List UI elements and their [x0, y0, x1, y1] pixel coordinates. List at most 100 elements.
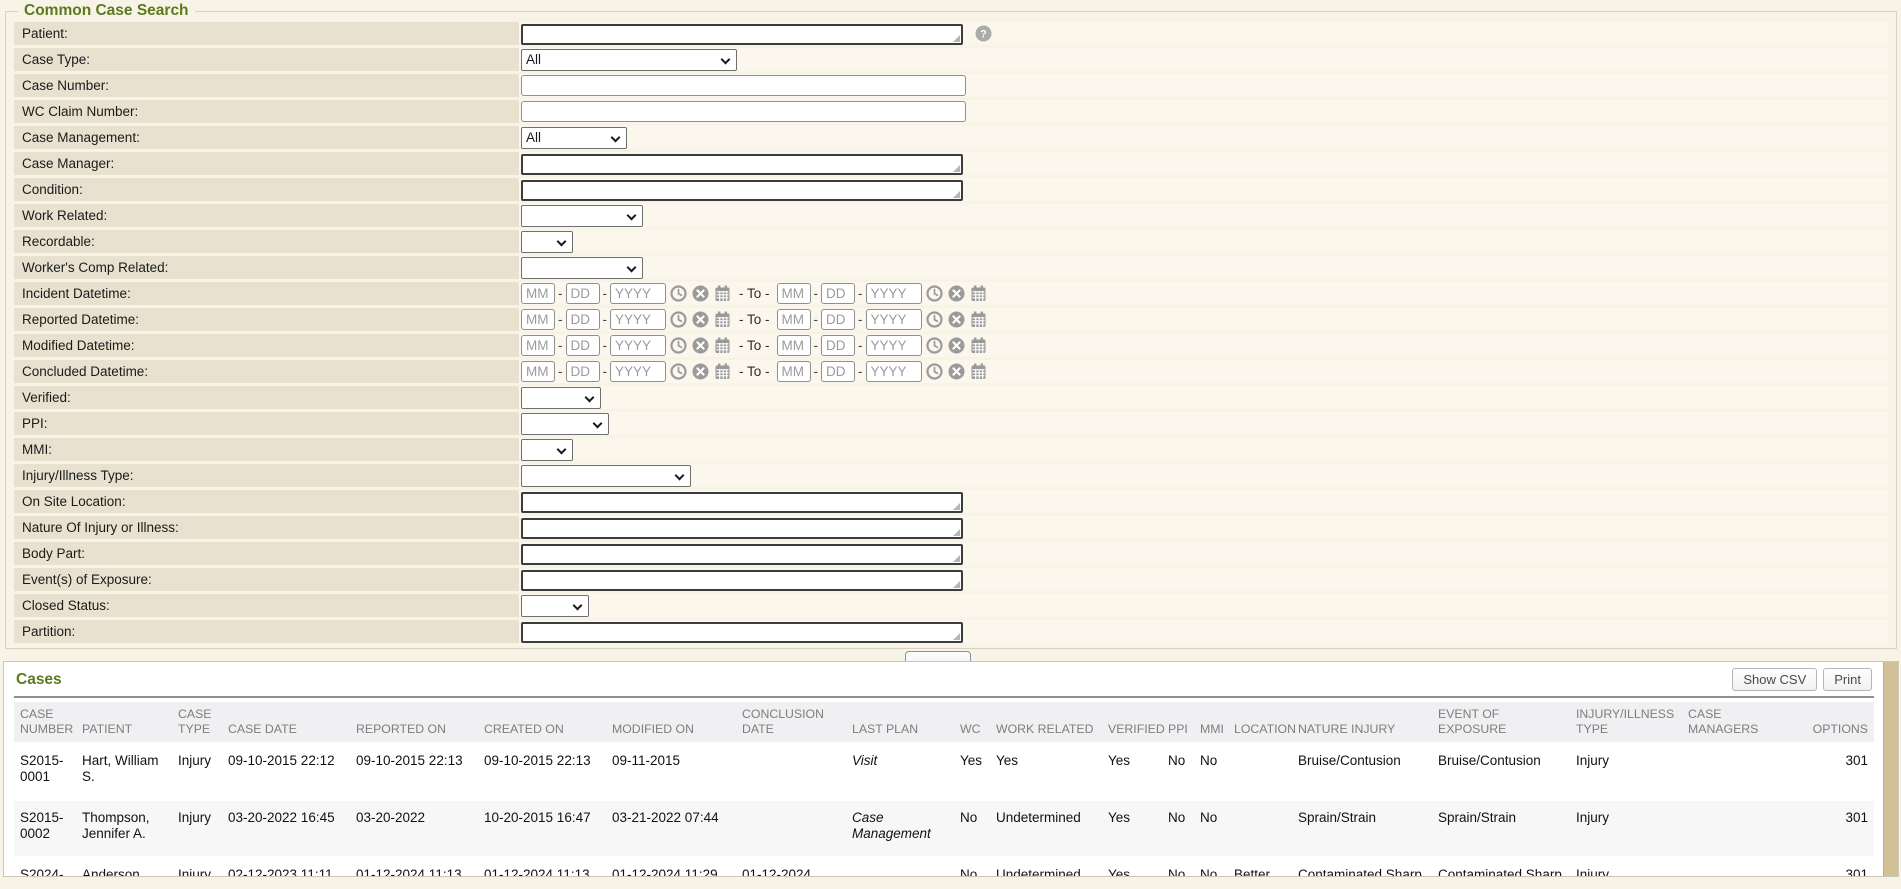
cell-2-19: 301: [1782, 857, 1874, 877]
case_number-field[interactable]: [521, 75, 966, 96]
modified_datetime-from-yyyy-input[interactable]: [610, 335, 666, 356]
incident_datetime-to-mm-input[interactable]: [777, 283, 811, 304]
print-button[interactable]: Print: [1823, 668, 1872, 691]
incident_datetime-to-clock-icon[interactable]: [926, 285, 943, 302]
modified_datetime-from-clear-icon[interactable]: [692, 337, 709, 354]
concluded_datetime-to-clock-icon[interactable]: [926, 363, 943, 380]
ppi-select[interactable]: [521, 413, 609, 435]
reported_datetime-to-mm-input[interactable]: [777, 309, 811, 330]
injury_illness_type-chevron-down-icon: [675, 470, 685, 480]
reported_datetime-to-dd-input[interactable]: [821, 309, 855, 330]
reported_datetime-from-calendar-icon[interactable]: [714, 311, 731, 328]
cell-1-16: Sprain/Strain: [1432, 800, 1570, 857]
reported_datetime-from-dd-input[interactable]: [566, 309, 600, 330]
recordable-select[interactable]: [521, 231, 573, 253]
modified_datetime-to-yyyy-input[interactable]: [866, 335, 922, 356]
on_site_location-resize-grip[interactable]: [953, 503, 960, 510]
on_site_location-field[interactable]: [521, 492, 963, 513]
partition-resize-grip[interactable]: [953, 633, 960, 640]
modified_datetime-to-dd-input[interactable]: [821, 335, 855, 356]
condition-resize-grip[interactable]: [953, 191, 960, 198]
concluded_datetime-from-dd-input[interactable]: [566, 361, 600, 382]
incident_datetime-to-dd-input[interactable]: [821, 283, 855, 304]
reported_datetime-to-clock-icon[interactable]: [926, 311, 943, 328]
concluded_datetime-from-clock-icon[interactable]: [670, 363, 687, 380]
mmi-select[interactable]: [521, 439, 573, 461]
concluded_datetime-from-mm-input[interactable]: [521, 361, 555, 382]
incident_datetime-from-clock-icon[interactable]: [670, 285, 687, 302]
incident_datetime-from-yyyy-input[interactable]: [610, 283, 666, 304]
modified_datetime-to-mm-input[interactable]: [777, 335, 811, 356]
concluded_datetime-to-yyyy-input[interactable]: [866, 361, 922, 382]
events_of_exposure-resize-grip[interactable]: [953, 581, 960, 588]
body_part-resize-grip[interactable]: [953, 555, 960, 562]
case_management-select[interactable]: All: [521, 127, 627, 149]
closed_status-select[interactable]: [521, 595, 589, 617]
modified_datetime-from-calendar-icon[interactable]: [714, 337, 731, 354]
col-header-wc: WC: [954, 702, 990, 743]
modified_datetime-from-dd-input[interactable]: [566, 335, 600, 356]
wc_claim_number-field[interactable]: [521, 101, 966, 122]
reported_datetime-to-yyyy-input[interactable]: [866, 309, 922, 330]
label-text-work_related: Work Related:: [22, 208, 107, 223]
incident_datetime-to-calendar-icon[interactable]: [970, 285, 987, 302]
reported_datetime-from-mm-input[interactable]: [521, 309, 555, 330]
form-row-patient: Patient:?: [14, 22, 1888, 45]
incident_datetime-from-clear-icon[interactable]: [692, 285, 709, 302]
cell-1-3: 03-20-2022 16:45: [222, 800, 350, 857]
concluded_datetime-from-calendar-icon[interactable]: [714, 363, 731, 380]
case_type-chevron-down-icon: [721, 54, 731, 64]
concluded_datetime-from-clear-icon[interactable]: [692, 363, 709, 380]
modified_datetime-from-mm-input[interactable]: [521, 335, 555, 356]
incident_datetime-from-separator-1: -: [558, 286, 563, 301]
concluded_datetime-to-dd-input[interactable]: [821, 361, 855, 382]
help-icon[interactable]: ?: [975, 25, 992, 42]
body_part-field[interactable]: [521, 544, 963, 565]
incident_datetime-to-yyyy-input[interactable]: [866, 283, 922, 304]
nature_of_injury-field[interactable]: [521, 518, 963, 539]
reported_datetime-from-clear-icon[interactable]: [692, 311, 709, 328]
modified_datetime-to-clear-icon[interactable]: [948, 337, 965, 354]
reported_datetime-from-separator-1: -: [558, 312, 563, 327]
concluded_datetime-to-clear-icon[interactable]: [948, 363, 965, 380]
incident_datetime-from-mm-input[interactable]: [521, 283, 555, 304]
show-csv-button[interactable]: Show CSV: [1732, 668, 1817, 691]
col-header-case-managers: CASE MANAGERS: [1682, 702, 1782, 743]
concluded_datetime-from-separator-2: -: [603, 364, 608, 379]
reported_datetime-to-clear-icon[interactable]: [948, 311, 965, 328]
case_manager-field[interactable]: [521, 154, 963, 175]
incident_datetime-from-calendar-icon[interactable]: [714, 285, 731, 302]
cell-2-10: Undetermined: [990, 857, 1102, 877]
case_type-select[interactable]: All: [521, 49, 737, 71]
cases-scrollbar[interactable]: [1883, 662, 1898, 876]
label-concluded_datetime: Concluded Datetime:: [14, 360, 519, 383]
concluded_datetime-to-separator-1: -: [814, 364, 819, 379]
work_related-select[interactable]: [521, 205, 643, 227]
cell-0-6: 09-11-2015: [606, 743, 736, 800]
verified-select[interactable]: [521, 387, 601, 409]
modified_datetime-from-clock-icon[interactable]: [670, 337, 687, 354]
col-header-ppi: PPI: [1162, 702, 1194, 743]
case_manager-resize-grip[interactable]: [953, 165, 960, 172]
workers_comp_related-select[interactable]: [521, 257, 643, 279]
incident_datetime-from-dd-input[interactable]: [566, 283, 600, 304]
reported_datetime-to-calendar-icon[interactable]: [970, 311, 987, 328]
injury_illness_type-select[interactable]: [521, 465, 691, 487]
condition-field[interactable]: [521, 180, 963, 201]
reported_datetime-from-clock-icon[interactable]: [670, 311, 687, 328]
reported_datetime-from-yyyy-input[interactable]: [610, 309, 666, 330]
search-button-clipped[interactable]: [905, 651, 971, 661]
events_of_exposure-field[interactable]: [521, 570, 963, 591]
concluded_datetime-to-calendar-icon[interactable]: [970, 363, 987, 380]
patient-field[interactable]: [521, 24, 963, 45]
partition-field[interactable]: [521, 622, 963, 643]
concluded_datetime-from-yyyy-input[interactable]: [610, 361, 666, 382]
concluded_datetime-to-mm-input[interactable]: [777, 361, 811, 382]
incident_datetime-to-clear-icon[interactable]: [948, 285, 965, 302]
modified_datetime-to-clock-icon[interactable]: [926, 337, 943, 354]
cell-2-0: S2024-0001: [14, 857, 76, 877]
patient-resize-grip[interactable]: [953, 35, 960, 42]
modified_datetime-to-calendar-icon[interactable]: [970, 337, 987, 354]
cases-panel: Cases Show CSV Print CASE NUMBERPATIENTC…: [3, 661, 1899, 877]
nature_of_injury-resize-grip[interactable]: [953, 529, 960, 536]
